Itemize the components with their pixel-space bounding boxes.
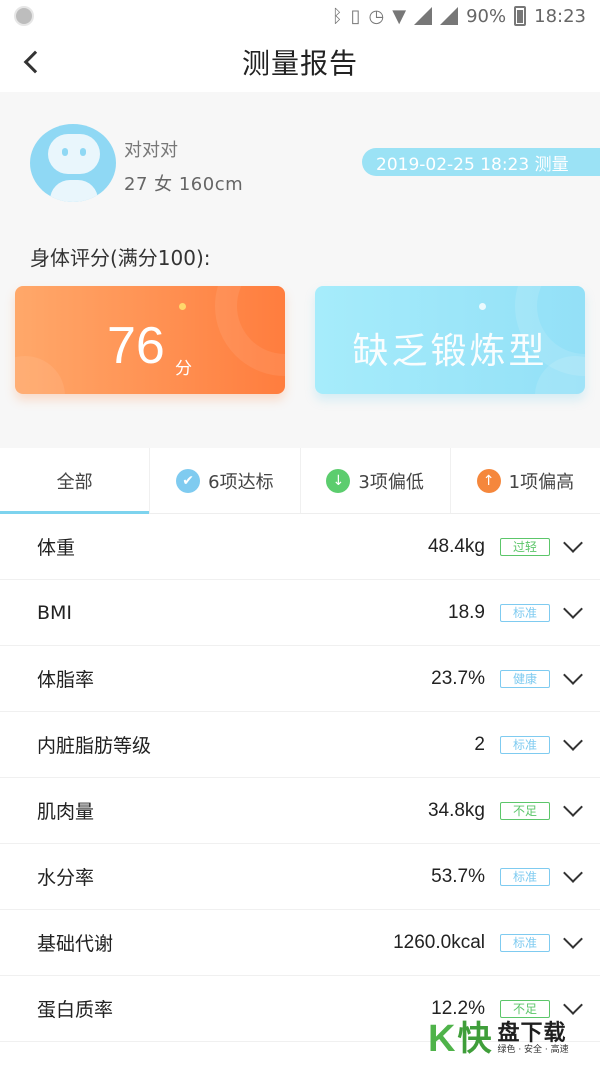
card-dot-icon bbox=[479, 303, 486, 310]
card-decoration bbox=[15, 356, 65, 394]
metric-value: 23.7% bbox=[431, 667, 485, 689]
user-info: 27 女 160cm bbox=[124, 174, 244, 195]
metric-label: 体重 bbox=[37, 537, 76, 559]
status-bar: ᛒ ▯ ◷ ▼ 90% 18:23 bbox=[0, 0, 600, 32]
metric-label: BMI bbox=[37, 601, 73, 624]
avatar-face-icon bbox=[48, 134, 100, 174]
score-value: 76 bbox=[107, 317, 165, 375]
user-name: 对对对 bbox=[124, 140, 178, 161]
chevron-down-icon[interactable] bbox=[563, 863, 583, 883]
metric-list: 体重 48.4kg 过轻 BMI 18.9 标准 体脂率 23.7% 健康 内脏… bbox=[0, 514, 600, 1067]
card-decoration bbox=[215, 286, 285, 376]
body-type-card: 缺乏锻炼型 bbox=[315, 286, 585, 394]
metric-value: 48.4kg bbox=[427, 535, 485, 557]
metric-row-bmi[interactable]: BMI 18.9 标准 bbox=[0, 580, 600, 646]
avatar-eye-icon bbox=[62, 148, 68, 156]
battery-icon bbox=[514, 6, 527, 26]
status-badge: 标准 bbox=[500, 933, 550, 952]
notification-dot-icon bbox=[14, 6, 34, 26]
tab-label: 全部 bbox=[56, 471, 93, 493]
watermark-subtitle: 绿色 · 安全 · 高速 bbox=[497, 1045, 569, 1056]
metric-row-visceral-fat[interactable]: 内脏脂肪等级 2 标准 bbox=[0, 712, 600, 778]
metric-label: 体脂率 bbox=[37, 669, 95, 691]
metric-value: 1260.0kcal bbox=[393, 931, 485, 953]
clock-text: 18:23 bbox=[534, 5, 586, 27]
metric-label: 内脏脂肪等级 bbox=[37, 735, 152, 757]
metric-value: 34.8kg bbox=[427, 799, 485, 821]
summary-panel: 对对对 27 女 160cm 2019-02-25 18:23 测量 身体评分(… bbox=[0, 92, 600, 448]
alarm-icon: ◷ bbox=[368, 5, 385, 27]
card-dot-icon bbox=[179, 303, 186, 310]
avatar-body-icon bbox=[50, 180, 98, 202]
battery-text: 90% bbox=[466, 5, 507, 27]
tab-label: 6项达标 bbox=[208, 471, 274, 493]
chevron-down-icon[interactable] bbox=[563, 995, 583, 1015]
tab-all[interactable]: 全部 bbox=[0, 448, 151, 514]
metric-row-weight[interactable]: 体重 48.4kg 过轻 bbox=[0, 514, 600, 580]
chevron-down-icon[interactable] bbox=[563, 599, 583, 619]
metric-label: 肌肉量 bbox=[37, 801, 95, 823]
score-card: 76 分 bbox=[15, 286, 285, 394]
wifi-icon: ▼ bbox=[392, 5, 407, 27]
page-title: 测量报告 bbox=[241, 47, 358, 80]
metric-label: 蛋白质率 bbox=[37, 999, 114, 1021]
bluetooth-icon: ᛒ bbox=[331, 5, 343, 27]
metric-value: 18.9 bbox=[448, 601, 485, 623]
status-badge: 不足 bbox=[500, 801, 550, 820]
score-unit: 分 bbox=[175, 359, 192, 379]
watermark-logo: K 快 盘下载 绿色 · 安全 · 高速 bbox=[428, 1016, 596, 1062]
tab-label: 1项偏高 bbox=[508, 471, 575, 493]
app-header: 测量报告 bbox=[0, 32, 600, 92]
status-badge: 标准 bbox=[500, 735, 550, 754]
metric-value: 2 bbox=[474, 733, 485, 755]
back-button[interactable] bbox=[14, 44, 50, 80]
cell-signal-icon bbox=[440, 7, 459, 25]
metric-row-body-fat[interactable]: 体脂率 23.7% 健康 bbox=[0, 646, 600, 712]
tab-low[interactable]: ↓ 3项偏低 bbox=[301, 448, 451, 513]
tab-qualified[interactable]: ✔ 6项达标 bbox=[150, 448, 301, 513]
vibrate-icon: ▯ bbox=[350, 5, 361, 27]
metric-value: 53.7% bbox=[431, 865, 485, 887]
measure-time-badge: 2019-02-25 18:23 测量 bbox=[362, 148, 600, 176]
status-badge: 标准 bbox=[500, 867, 550, 886]
avatar-eye-icon bbox=[80, 148, 86, 156]
body-type-text: 缺乏锻炼型 bbox=[352, 331, 548, 372]
watermark-title: 盘下载 bbox=[497, 1021, 567, 1047]
status-badge: 健康 bbox=[500, 669, 550, 688]
status-badge: 过轻 bbox=[500, 537, 550, 556]
chevron-down-icon[interactable] bbox=[563, 929, 583, 949]
chevron-down-icon[interactable] bbox=[563, 533, 583, 553]
arrow-down-icon: ↓ bbox=[326, 468, 351, 493]
cell-signal-icon bbox=[414, 7, 433, 25]
tab-high[interactable]: ↑ 1项偏高 bbox=[451, 448, 600, 513]
chevron-down-icon[interactable] bbox=[563, 731, 583, 751]
filter-tabs: 全部 ✔ 6项达标 ↓ 3项偏低 ↑ 1项偏高 bbox=[0, 448, 600, 514]
metric-row-water[interactable]: 水分率 53.7% 标准 bbox=[0, 844, 600, 910]
chevron-down-icon[interactable] bbox=[563, 665, 583, 685]
chevron-down-icon[interactable] bbox=[563, 797, 583, 817]
metric-label: 水分率 bbox=[37, 867, 95, 889]
metric-row-muscle[interactable]: 肌肉量 34.8kg 不足 bbox=[0, 778, 600, 844]
watermark-letter: K bbox=[428, 1018, 456, 1060]
avatar[interactable] bbox=[30, 124, 116, 202]
chevron-left-icon bbox=[23, 50, 47, 74]
arrow-up-icon: ↑ bbox=[476, 468, 501, 493]
status-badge: 标准 bbox=[500, 603, 550, 622]
metric-label: 基础代谢 bbox=[37, 933, 114, 955]
tab-label: 3项偏低 bbox=[358, 471, 424, 493]
check-icon: ✔ bbox=[176, 468, 201, 493]
score-label: 身体评分(满分100): bbox=[30, 246, 211, 270]
metric-row-bmr[interactable]: 基础代谢 1260.0kcal 标准 bbox=[0, 910, 600, 976]
status-badge: 不足 bbox=[500, 999, 550, 1018]
watermark-char: 快 bbox=[457, 1019, 492, 1059]
